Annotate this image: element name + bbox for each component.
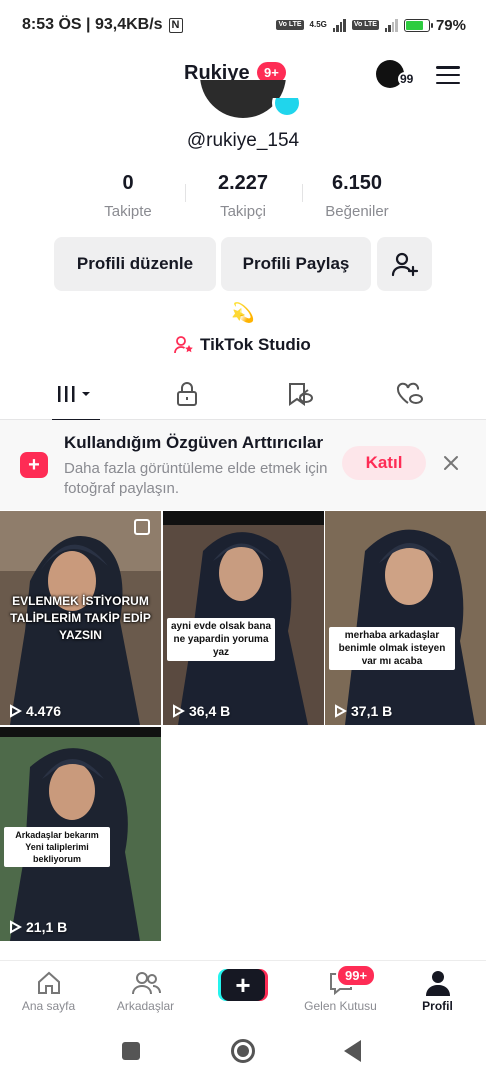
nav-home-label: Ana sayfa bbox=[21, 999, 76, 1013]
multi-photo-icon bbox=[134, 519, 150, 535]
home-icon bbox=[37, 971, 60, 994]
stat-divider bbox=[185, 184, 186, 202]
play-icon bbox=[173, 704, 185, 718]
add-avatar-icon[interactable] bbox=[272, 98, 302, 118]
battery-percent: 79% bbox=[435, 16, 466, 34]
view-count: 36,4 B bbox=[171, 703, 230, 719]
net-type: 4.5G bbox=[309, 20, 327, 29]
status-right: Vo LTE 4.5G Vo LTE 79% bbox=[276, 17, 466, 34]
avatar-count: 99 bbox=[398, 72, 416, 86]
video-thumbnail[interactable]: ayni evde olsak bana ne yapardin yoruma … bbox=[163, 511, 324, 725]
view-count-value: 4.476 bbox=[26, 703, 62, 719]
signal-icon bbox=[332, 18, 346, 32]
battery-fill bbox=[405, 20, 424, 30]
username: @rukiye_154 bbox=[186, 130, 300, 151]
plus-icon: + bbox=[221, 969, 265, 1001]
add-photo-icon: + bbox=[20, 452, 48, 478]
stat-likes[interactable]: 6.150 Beğeniler bbox=[312, 172, 402, 220]
nav-inbox-label: Gelen Kutusu bbox=[304, 999, 377, 1013]
status-bar: 8:53 ÖS | 93,4KB/s N Vo LTE 4.5G Vo LTE … bbox=[0, 0, 486, 50]
tab-saved[interactable] bbox=[260, 368, 340, 420]
bottom-nav: Ana sayfa Arkadaşlar + Gelen Kutusu Prof… bbox=[0, 960, 486, 1024]
inbox-badge: 99+ bbox=[336, 964, 377, 987]
add-person-icon bbox=[391, 252, 418, 277]
signal-icon-2 bbox=[384, 18, 398, 32]
video-thumbnail[interactable]: EVLENMEK İSTİYORUM TALİPLERİM TAKİP EDİP… bbox=[0, 511, 161, 725]
video-caption: ayni evde olsak bana ne yapardin yoruma … bbox=[167, 618, 275, 661]
video-caption: Arkadaşlar bekarım Yeni taliplerimi bekl… bbox=[4, 827, 110, 867]
tab-liked[interactable] bbox=[370, 368, 450, 420]
share-profile-button[interactable]: Profili Paylaş bbox=[221, 237, 371, 291]
video-caption: EVLENMEK İSTİYORUM TALİPLERİM TAKİP EDİP… bbox=[10, 594, 151, 642]
home-button[interactable] bbox=[231, 1039, 255, 1063]
lock-icon bbox=[177, 382, 197, 406]
status-time-speed: 8:53 ÖS | 93,4KB/s bbox=[22, 16, 163, 33]
liked-icon bbox=[396, 382, 423, 404]
view-count-value: 21,1 B bbox=[26, 919, 68, 935]
tab-videos[interactable] bbox=[36, 368, 116, 421]
play-icon bbox=[10, 704, 22, 718]
promo-banner: + Kullandığım Özgüven Arttırıcılar Daha … bbox=[0, 420, 486, 510]
following-count: 0 bbox=[122, 172, 134, 194]
content-tabs bbox=[0, 368, 486, 421]
stat-following[interactable]: 0 Takipte bbox=[88, 172, 168, 220]
volte-icon: Vo LTE bbox=[276, 20, 304, 30]
profile-icon bbox=[425, 971, 450, 996]
view-count-value: 36,4 B bbox=[189, 703, 231, 719]
view-count-value: 37,1 B bbox=[351, 703, 393, 719]
video-thumbnail[interactable]: merhaba arkadaşlar benimle olmak isteyen… bbox=[325, 511, 486, 725]
bookmark-icon bbox=[289, 383, 313, 406]
grid-icon bbox=[58, 386, 90, 402]
friends-icon bbox=[131, 972, 161, 995]
recents-button[interactable] bbox=[122, 1042, 140, 1060]
menu-icon[interactable] bbox=[436, 66, 460, 84]
play-icon bbox=[335, 704, 347, 718]
followers-count: 2.227 bbox=[217, 172, 269, 194]
volte-icon-2: Vo LTE bbox=[351, 20, 379, 30]
video-caption: merhaba arkadaşlar benimle olmak isteyen… bbox=[329, 627, 455, 670]
battery-icon bbox=[403, 18, 433, 32]
play-icon bbox=[10, 920, 22, 934]
close-icon[interactable] bbox=[441, 453, 461, 473]
bio-emoji: 💫 bbox=[231, 303, 255, 324]
nav-friends-label: Arkadaşlar bbox=[116, 999, 175, 1013]
followers-label: Takipçi bbox=[220, 203, 266, 220]
tab-private[interactable] bbox=[147, 368, 227, 420]
back-button[interactable] bbox=[344, 1040, 361, 1062]
profile-stats: 0 Takipte 2.227 Takipçi 6.150 Beğeniler bbox=[0, 172, 486, 226]
create-button[interactable]: + bbox=[218, 969, 268, 1001]
join-button[interactable]: Katıl bbox=[342, 446, 426, 480]
stat-followers[interactable]: 2.227 Takipçi bbox=[203, 172, 283, 220]
likes-label: Beğeniler bbox=[325, 203, 389, 220]
edit-profile-button[interactable]: Profili düzenle bbox=[54, 237, 216, 291]
status-left: 8:53 ÖS | 93,4KB/s N bbox=[22, 16, 183, 34]
view-count: 4.476 bbox=[8, 703, 61, 719]
banner-title: Kullandığım Özgüven Arttırıcılar bbox=[64, 433, 324, 452]
nav-profile-label: Profil bbox=[422, 999, 453, 1013]
video-thumbnail-image bbox=[325, 511, 486, 725]
view-count: 37,1 B bbox=[333, 703, 392, 719]
studio-person-icon bbox=[174, 336, 193, 354]
nav-profile[interactable]: Profil bbox=[389, 967, 486, 1013]
following-label: Takipte bbox=[104, 203, 152, 220]
add-friend-button[interactable] bbox=[377, 237, 432, 291]
studio-label: TikTok Studio bbox=[200, 335, 311, 354]
banner-description: Daha fazla görüntüleme elde etmek için f… bbox=[64, 460, 328, 497]
video-thumbnail[interactable]: Arkadaşlar bekarım Yeni taliplerimi bekl… bbox=[0, 727, 161, 941]
tiktok-studio-link[interactable]: TikTok Studio bbox=[174, 335, 311, 355]
nfc-icon: N bbox=[168, 17, 183, 33]
system-nav bbox=[0, 1024, 486, 1080]
nav-home[interactable]: Ana sayfa bbox=[0, 967, 97, 1013]
stat-divider bbox=[302, 184, 303, 202]
view-count: 21,1 B bbox=[8, 919, 67, 935]
likes-count: 6.150 bbox=[331, 172, 383, 194]
nav-friends[interactable]: Arkadaşlar bbox=[97, 967, 194, 1013]
